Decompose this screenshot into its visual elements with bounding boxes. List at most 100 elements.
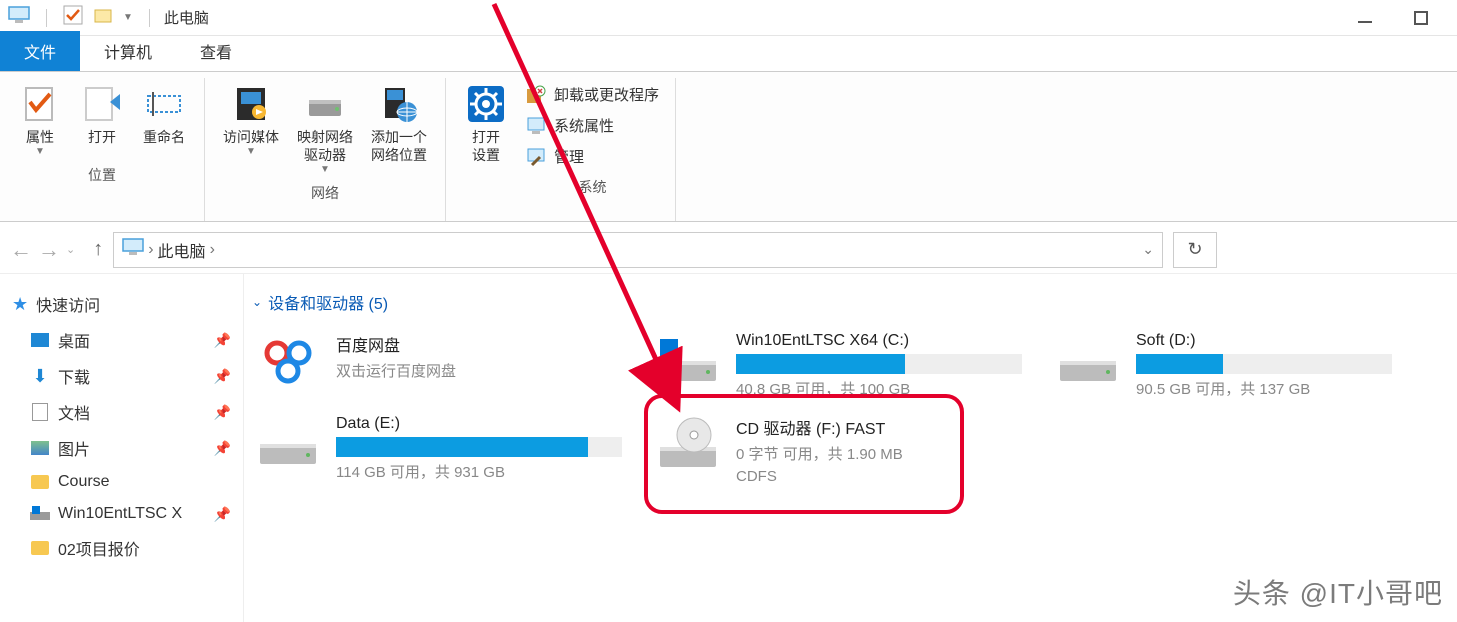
chevron-right-icon[interactable]: › xyxy=(148,241,153,259)
ribbon-tabs: 文件 计算机 查看 xyxy=(0,36,1457,72)
pc-icon xyxy=(122,238,144,261)
window-title: 此电脑 xyxy=(164,7,209,28)
group-label-network: 网络 xyxy=(311,183,339,207)
ribbon-group-location: 属性 ▼ 打开 重命名 位置 xyxy=(0,78,205,221)
drives-grid: 百度网盘 双击运行百度网盘 Win10EntLTSC X64 (C:) 40.8… xyxy=(252,328,1449,489)
address-dropdown[interactable]: ⌄ xyxy=(1142,241,1154,258)
content-area: ⌄ 设备和驱动器 (5) 百度网盘 双击运行百度网盘 Win10EntLTSC … xyxy=(244,274,1457,622)
open-settings-button[interactable]: 打开 设置 xyxy=(456,78,516,168)
cd-drive-icon xyxy=(652,415,724,473)
uninstall-button[interactable]: 卸载或更改程序 xyxy=(520,82,665,107)
drive-name: Win10EntLTSC X64 (C:) xyxy=(736,332,1022,350)
star-icon: ★ xyxy=(12,294,28,315)
drive-name: Data (E:) xyxy=(336,415,622,433)
watermark: 头条 @IT小哥吧 xyxy=(1233,572,1443,612)
tab-file[interactable]: 文件 xyxy=(0,31,80,71)
sidebar-item-desktop[interactable]: 桌面 📌 xyxy=(0,322,243,358)
window-controls xyxy=(1351,4,1449,32)
open-button[interactable]: 打开 xyxy=(72,78,132,150)
qat-icons: ▼ xyxy=(8,5,156,30)
up-button[interactable]: ↑ xyxy=(93,238,103,261)
maximize-button[interactable] xyxy=(1407,4,1435,32)
drive-c[interactable]: Win10EntLTSC X64 (C:) 40.8 GB 可用，共 100 G… xyxy=(652,328,1022,403)
chevron-right-icon[interactable]: › xyxy=(210,241,215,259)
sysprops-icon xyxy=(526,116,546,136)
properties-icon xyxy=(18,82,62,126)
drive-sub: 双击运行百度网盘 xyxy=(336,360,622,381)
rename-icon xyxy=(142,82,186,126)
pin-icon: 📌 xyxy=(214,506,231,523)
tab-computer[interactable]: 计算机 xyxy=(80,31,176,71)
desktop-icon xyxy=(30,330,50,350)
drive-baidu[interactable]: 百度网盘 双击运行百度网盘 xyxy=(252,328,622,403)
map-drive-button[interactable]: 映射网络 驱动器 ▼ xyxy=(289,78,361,179)
collapse-icon[interactable]: ⌄ xyxy=(252,295,262,309)
manage-button[interactable]: 管理 xyxy=(520,144,665,169)
sidebar-item-course[interactable]: Course xyxy=(0,466,243,498)
picture-icon xyxy=(30,438,50,458)
sidebar-item-pictures[interactable]: 图片 📌 xyxy=(0,430,243,466)
capacity-bar xyxy=(1136,354,1392,374)
breadcrumb-thispc[interactable]: 此电脑 xyxy=(158,238,206,262)
drive-free: 90.5 GB 可用，共 137 GB xyxy=(1136,378,1392,399)
drive-name: Soft (D:) xyxy=(1136,332,1392,350)
sidebar-item-downloads[interactable]: ⬇ 下载 📌 xyxy=(0,358,243,394)
group-label-system: 系统 xyxy=(520,177,665,201)
pin-icon: 📌 xyxy=(214,440,231,457)
drive-sub: 0 字节 可用，共 1.90 MB xyxy=(736,443,952,464)
ribbon-group-system: 打开 设置 卸载或更改程序 系统属性 管理 系统 xyxy=(446,78,676,221)
separator xyxy=(149,9,150,27)
tab-view[interactable]: 查看 xyxy=(176,31,256,71)
rename-button[interactable]: 重命名 xyxy=(134,78,194,150)
drive-free: 114 GB 可用，共 931 GB xyxy=(336,461,622,482)
nav-arrows: ← → ⌄ ↑ xyxy=(10,237,103,263)
back-button[interactable]: ← xyxy=(10,237,32,263)
pin-icon: 📌 xyxy=(214,332,231,349)
download-icon: ⬇ xyxy=(30,366,50,386)
minimize-button[interactable] xyxy=(1351,4,1379,32)
document-icon xyxy=(30,402,50,422)
sidebar-quick-access[interactable]: ★ 快速访问 xyxy=(0,286,243,322)
drive-d[interactable]: Soft (D:) 90.5 GB 可用，共 137 GB xyxy=(1052,328,1392,403)
uninstall-icon xyxy=(526,85,546,105)
access-media-button[interactable]: 访问媒体 ▼ xyxy=(215,78,287,161)
settings-icon xyxy=(464,82,508,126)
properties-button[interactable]: 属性 ▼ xyxy=(10,78,70,161)
open-icon xyxy=(80,82,124,126)
refresh-button[interactable]: ↻ xyxy=(1173,232,1217,268)
sidebar-item-documents[interactable]: 文档 📌 xyxy=(0,394,243,430)
add-location-button[interactable]: 添加一个 网络位置 xyxy=(363,78,435,168)
media-icon xyxy=(229,82,273,126)
sidebar-item-02project[interactable]: 02项目报价 xyxy=(0,530,243,566)
system-properties-button[interactable]: 系统属性 xyxy=(520,113,665,138)
sidebar: ★ 快速访问 桌面 📌 ⬇ 下载 📌 文档 📌 图片 📌 Course xyxy=(0,274,244,622)
folder-icon xyxy=(30,472,50,492)
drive-free: 40.8 GB 可用，共 100 GB xyxy=(736,378,1022,399)
sidebar-item-win10[interactable]: Win10EntLTSC X 📌 xyxy=(0,498,243,530)
capacity-bar xyxy=(336,437,622,457)
manage-icon xyxy=(526,147,546,167)
add-location-icon xyxy=(377,82,421,126)
ribbon: 属性 ▼ 打开 重命名 位置 访问媒体 ▼ 映射网络 驱动器 xyxy=(0,72,1457,222)
address-bar[interactable]: › 此电脑 › ⌄ xyxy=(113,232,1163,268)
section-header-drives[interactable]: ⌄ 设备和驱动器 (5) xyxy=(252,286,1449,328)
drive-icon xyxy=(1052,332,1124,390)
baidu-icon xyxy=(252,332,324,390)
nav-bar: ← → ⌄ ↑ › 此电脑 › ⌄ ↻ xyxy=(0,226,1457,274)
drive-fs: CDFS xyxy=(736,468,952,485)
folder-small-icon[interactable] xyxy=(93,6,113,29)
drive-icon xyxy=(252,415,324,473)
forward-button[interactable]: → xyxy=(38,237,60,263)
capacity-bar xyxy=(736,354,1022,374)
pin-icon: 📌 xyxy=(214,368,231,385)
drive-f-cd[interactable]: CD 驱动器 (F:) FAST 0 字节 可用，共 1.90 MB CDFS xyxy=(652,411,952,489)
qat-dropdown[interactable]: ▼ xyxy=(123,12,133,23)
check-icon[interactable] xyxy=(63,5,83,30)
map-drive-icon xyxy=(303,82,347,126)
drive-e[interactable]: Data (E:) 114 GB 可用，共 931 GB xyxy=(252,411,622,489)
history-dropdown[interactable]: ⌄ xyxy=(66,243,75,256)
disk-icon xyxy=(30,504,50,524)
drive-name: CD 驱动器 (F:) FAST xyxy=(736,415,952,439)
pc-icon xyxy=(8,6,30,29)
folder-icon xyxy=(30,538,50,558)
